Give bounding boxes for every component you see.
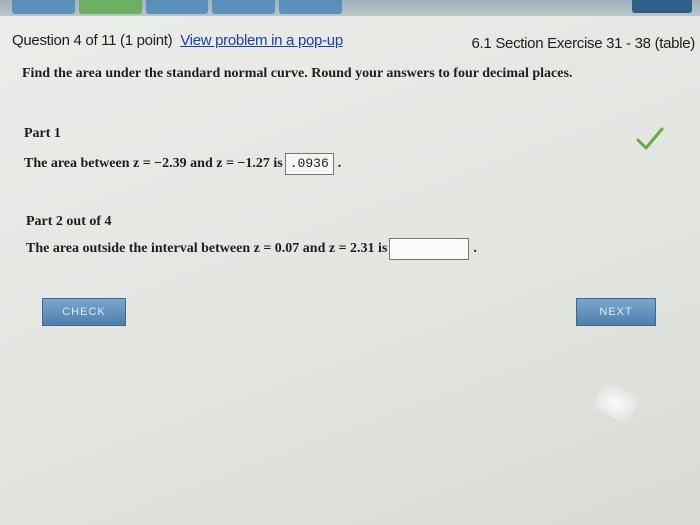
question-header: Question 4 of 11 (1 point) View problem … (0, 26, 700, 52)
part1-label: Part 1 (24, 126, 61, 141)
top-tab[interactable] (12, 0, 75, 14)
top-tab[interactable] (145, 0, 209, 14)
question-number: Question 4 of 11 (1 point) (12, 32, 173, 49)
browser-top-strip (0, 0, 700, 16)
next-button[interactable]: NEXT (576, 298, 656, 326)
top-tab-strip (12, 0, 342, 14)
checkmark-icon (636, 127, 664, 150)
top-tab[interactable] (212, 0, 276, 14)
part1-question: The area between z = −2.39 and z = −1.27… (24, 153, 341, 175)
part2-text: The area outside the interval between z … (26, 241, 388, 256)
top-right-button[interactable] (632, 0, 692, 13)
part1-text: The area between z = −2.39 and z = −1.27… (24, 156, 283, 171)
part2-answer-field[interactable] (389, 238, 470, 260)
screen-glare (591, 380, 641, 426)
part2-label: Part 2 out of 4 (26, 214, 112, 229)
part2-period: . (473, 241, 477, 256)
part1-answer-field[interactable]: .0936 (284, 153, 334, 175)
top-tab[interactable] (279, 0, 342, 14)
check-button[interactable]: CHECK (42, 298, 126, 326)
section-label: 6.1 Section Exercise 31 - 38 (table) (471, 35, 696, 52)
part2-question: The area outside the interval between z … (26, 238, 477, 260)
view-popup-link[interactable]: View problem in a pop-up (180, 32, 343, 49)
top-tab[interactable] (78, 0, 142, 14)
part1-period: . (337, 156, 342, 171)
question-title: Question 4 of 11 (1 point) View problem … (12, 32, 343, 49)
instruction-text: Find the area under the standard normal … (22, 66, 573, 81)
